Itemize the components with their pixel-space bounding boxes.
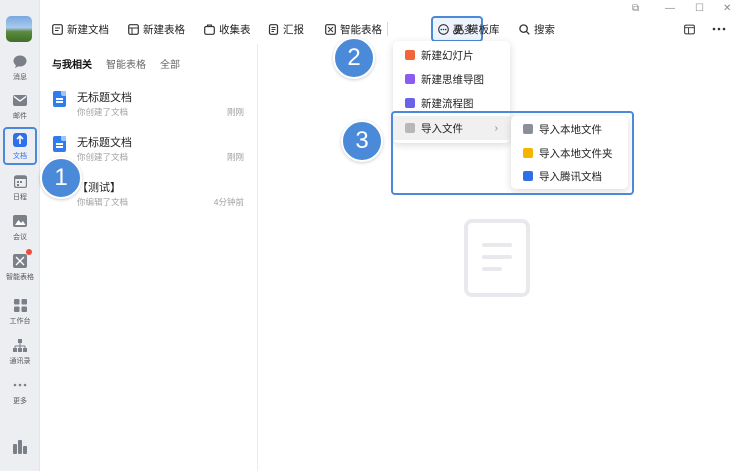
doc-icon bbox=[52, 23, 63, 35]
rail-item-mail[interactable]: 邮件 bbox=[0, 87, 40, 125]
step-callout-2: 2 bbox=[333, 37, 375, 79]
left-rail: 消息 邮件 文档 日程 会议 智能表格 工作台 通讯录 更多 bbox=[0, 0, 40, 471]
list-tabs: 与我相关 智能表格 全部 bbox=[52, 56, 180, 71]
toolbar-divider bbox=[387, 22, 388, 36]
doc-file-icon bbox=[53, 136, 66, 152]
feature-bars-icon[interactable] bbox=[12, 440, 28, 456]
smart-sheet-icon bbox=[11, 249, 32, 270]
more-dots-icon bbox=[11, 376, 29, 394]
calendar-icon bbox=[11, 172, 29, 190]
doc-file-icon bbox=[53, 91, 66, 107]
smart-sheet-icon bbox=[325, 23, 336, 35]
rail-item-more[interactable]: 更多 bbox=[0, 372, 40, 410]
layout-toggle-button[interactable] bbox=[684, 20, 695, 38]
search-icon bbox=[519, 23, 530, 35]
org-chart-icon bbox=[11, 336, 29, 354]
step-callout-1: 1 bbox=[40, 157, 82, 199]
meeting-icon bbox=[11, 212, 29, 230]
menu-item-new-mindmap[interactable]: 新建思维导图 bbox=[393, 67, 510, 91]
empty-doc-icon bbox=[464, 219, 530, 297]
window-pin-icon[interactable]: ⧉ bbox=[632, 3, 639, 14]
rail-item-smart-sheet[interactable]: 智能表格 bbox=[0, 248, 40, 286]
step-callout-3: 3 bbox=[341, 120, 383, 162]
rail-item-workbench[interactable]: 工作台 bbox=[0, 292, 40, 330]
window-close-icon[interactable]: ✕ bbox=[723, 3, 731, 14]
form-button[interactable]: 收集表 bbox=[204, 20, 251, 38]
rail-item-messages[interactable]: 消息 bbox=[0, 48, 40, 86]
layout-panel-icon bbox=[684, 24, 695, 35]
tab-all[interactable]: 全部 bbox=[160, 56, 180, 71]
mindmap-icon bbox=[405, 74, 415, 84]
list-item[interactable]: 无标题文档 你创建了文档 刚刚 bbox=[40, 87, 258, 129]
menu-item-new-slides[interactable]: 新建幻灯片 bbox=[393, 43, 510, 67]
templates-icon bbox=[453, 24, 464, 35]
templates-button[interactable]: 模板库 bbox=[453, 20, 500, 38]
docs-highlight-box bbox=[3, 127, 37, 165]
avatar[interactable] bbox=[6, 16, 32, 42]
more-dots-icon bbox=[712, 24, 726, 35]
mail-icon bbox=[11, 91, 29, 109]
import-highlight-box bbox=[391, 111, 634, 195]
grid-apps-icon bbox=[11, 296, 29, 314]
tab-related-to-me[interactable]: 与我相关 bbox=[52, 56, 92, 71]
search-button[interactable]: 搜索 bbox=[519, 20, 555, 38]
notification-dot bbox=[26, 249, 32, 255]
window-minimize-icon[interactable]: — bbox=[665, 3, 675, 14]
more-circle-icon bbox=[438, 23, 449, 35]
table-icon bbox=[128, 23, 139, 35]
document-list-panel: 与我相关 智能表格 全部 无标题文档 你创建了文档 刚刚 无标题文档 你创建了文… bbox=[40, 44, 258, 471]
flowchart-icon bbox=[405, 98, 415, 108]
new-doc-button[interactable]: 新建文档 bbox=[52, 20, 109, 38]
rail-item-calendar[interactable]: 日程 bbox=[0, 168, 40, 206]
chat-bubble-icon bbox=[11, 52, 29, 70]
new-sheet-button[interactable]: 新建表格 bbox=[128, 20, 185, 38]
tab-smart-sheets[interactable]: 智能表格 bbox=[106, 56, 146, 71]
slides-icon bbox=[405, 50, 415, 60]
report-icon bbox=[268, 23, 279, 35]
briefcase-icon bbox=[204, 24, 215, 35]
window-maximize-icon[interactable]: ☐ bbox=[695, 3, 704, 14]
rail-item-contacts[interactable]: 通讯录 bbox=[0, 332, 40, 370]
overflow-menu-button[interactable] bbox=[712, 20, 726, 38]
report-button[interactable]: 汇报 bbox=[268, 20, 304, 38]
rail-item-meeting[interactable]: 会议 bbox=[0, 208, 40, 246]
smart-sheet-button[interactable]: 智能表格 bbox=[325, 20, 382, 38]
